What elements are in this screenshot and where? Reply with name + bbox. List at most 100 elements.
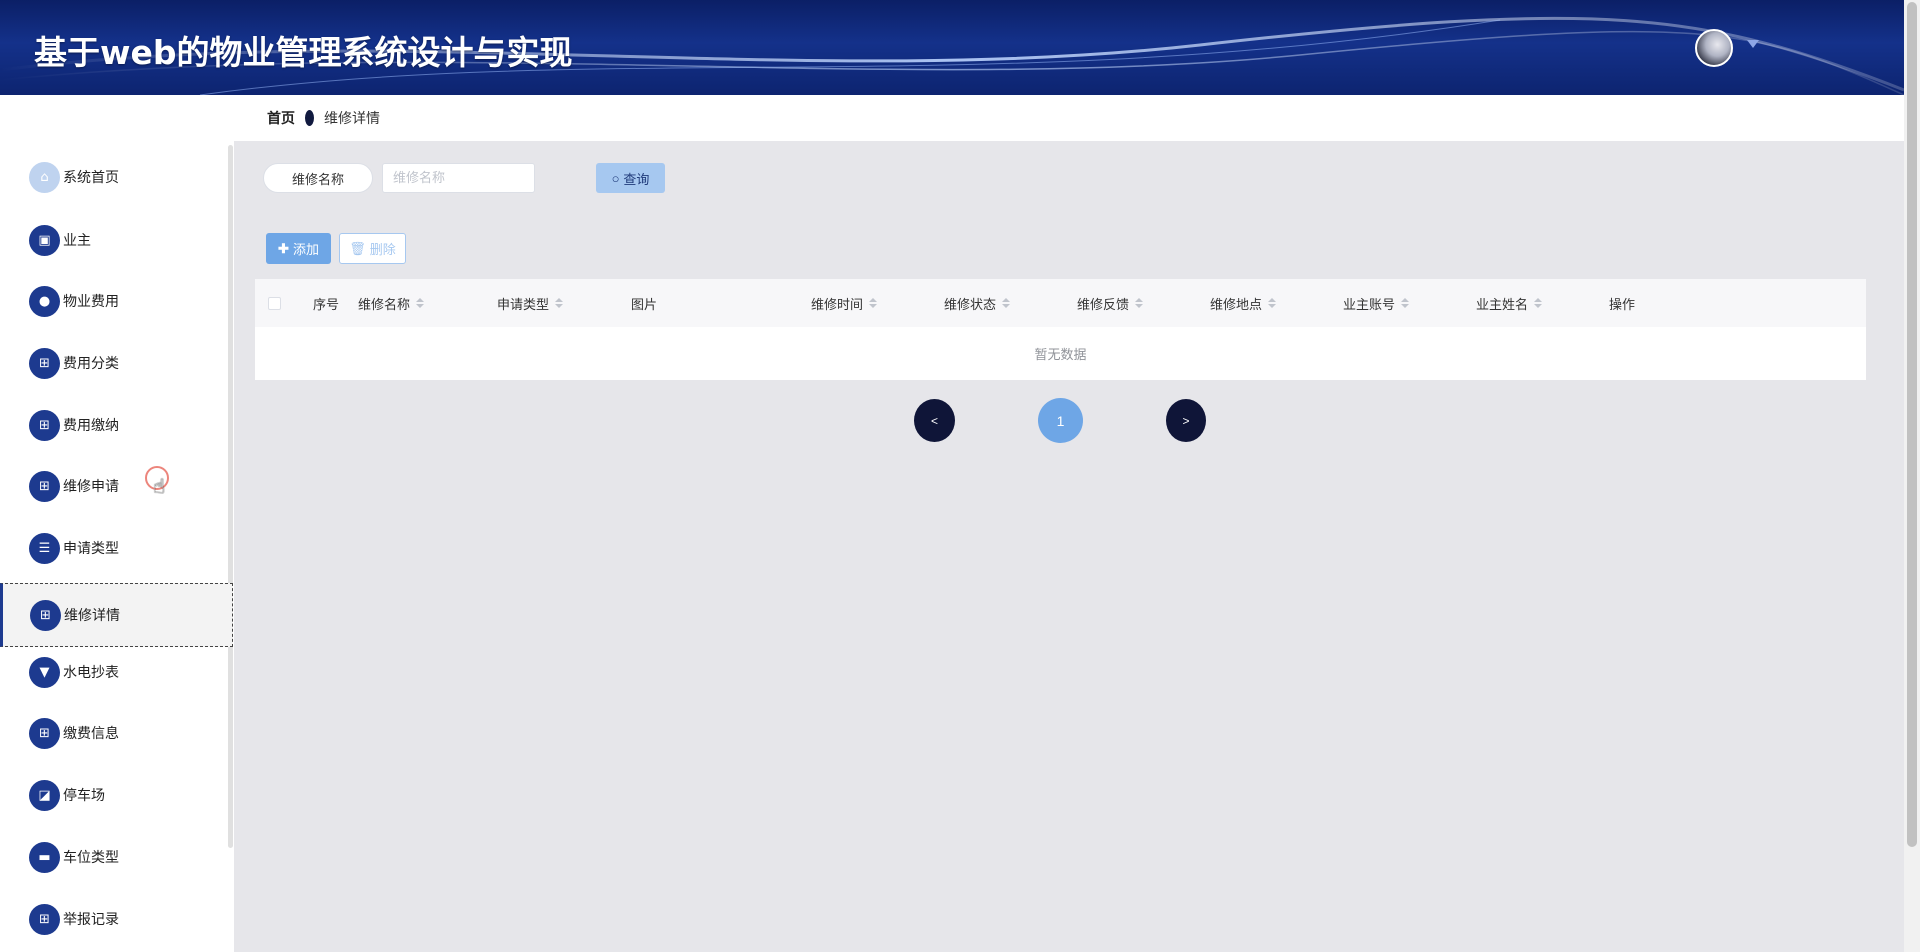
message-icon: ▬ [29,841,60,873]
sidebar-item-label: 系统首页 [63,170,119,186]
breadcrumb-separator-icon [305,110,314,126]
add-button-label: 添加 [292,242,319,257]
column-header-label: 维修地点 [1210,297,1263,313]
table-empty-row: 暂无数据 [255,327,1866,380]
list-icon: ☰ [29,532,60,564]
sidebar-item-label: 车位类型 [63,850,119,866]
column-header-label: 申请类型 [497,297,550,313]
sidebar-item-0[interactable]: ⌂ 系统首页 [0,146,233,208]
search-input[interactable] [382,163,535,193]
column-header-8[interactable]: 业主账号 [1343,279,1410,327]
app-title: 基于web的物业管理系统设计与实现 [34,33,573,72]
sort-icon[interactable] [1135,298,1144,308]
sidebar-item-5[interactable]: ⊞ 维修申请 [0,455,233,517]
select-all-checkbox[interactable] [268,279,281,327]
column-header-label: 序号 [313,297,340,313]
column-header-label: 维修时间 [811,297,864,313]
grid-icon: ⊞ [29,903,60,935]
query-button[interactable]: ○ 查询 [596,163,665,193]
grid-icon: ⊞ [29,409,60,441]
search-icon: ○ [611,170,620,186]
sidebar-item-label: 维修详情 [64,608,120,624]
sort-icon[interactable] [416,298,425,308]
sidebar-item-11[interactable]: ▬ 车位类型 [0,826,233,888]
column-header-1[interactable]: 维修名称 [358,279,425,327]
query-button-label: 查询 [623,171,650,187]
grid-icon: ⊞ [29,717,60,749]
column-header-label: 操作 [1609,297,1636,313]
breadcrumb: 首页 维修详情 [267,108,380,128]
sort-icon[interactable] [555,298,564,308]
sidebar-item-1[interactable]: ▣ 业主 [0,209,233,271]
prev-page-button[interactable]: < [914,399,955,442]
sidebar-item-8[interactable]: ▼ 水电抄表 [0,641,233,703]
sidebar-item-label: 举报记录 [63,912,119,928]
delete-button[interactable]: 🗑 删除 [339,233,406,264]
column-header-label: 业主账号 [1343,297,1396,313]
grid-icon: ⊞ [29,347,60,379]
chart-icon: ◪ [29,779,60,811]
column-header-label: 维修反馈 [1077,297,1130,313]
column-header-label: 维修状态 [944,297,997,313]
sidebar-item-label: 费用缴纳 [63,418,119,434]
column-header-10: 操作 [1609,279,1635,327]
sidebar-item-label: 物业费用 [63,294,119,310]
sidebar-item-label: 停车场 [63,788,105,804]
home-icon: ⌂ [29,161,60,193]
plus-icon: ✚ [278,240,289,256]
sort-icon[interactable] [1401,298,1410,308]
sidebar-item-2[interactable]: ● 物业费用 [0,270,233,332]
sidebar-item-label: 业主 [63,233,91,249]
sidebar-item-label: 缴费信息 [63,726,119,742]
breadcrumb-bar: 首页 维修详情 [0,95,1904,141]
brush-icon: ▼ [29,656,60,688]
sort-icon[interactable] [1002,298,1011,308]
grid-icon: ⊞ [30,599,61,631]
column-header-label: 业主姓名 [1476,297,1529,313]
delete-button-label: 删除 [369,242,396,257]
sidebar-item-label: 维修申请 [63,479,119,495]
sidebar-item-label: 水电抄表 [63,665,119,681]
sidebar-item-9[interactable]: ⊞ 缴费信息 [0,702,233,764]
sidebar-item-7[interactable]: ⊞ 维修详情 [0,583,233,647]
empty-text: 暂无数据 [1034,348,1087,363]
sidebar-item-12[interactable]: ⊞ 举报记录 [0,888,233,950]
sidebar-item-4[interactable]: ⊞ 费用缴纳 [0,394,233,456]
app-header: 基于web的物业管理系统设计与实现 [0,0,1904,95]
sort-icon[interactable] [1268,298,1277,308]
briefcase-icon: ▣ [29,224,60,256]
column-header-2[interactable]: 申请类型 [497,279,564,327]
trash-icon: 🗑 [349,240,366,256]
table-header: 序号 维修名称 申请类型 图片 维修时间 维修状态 维修反馈 维修地点 业主账号 业主姓名 操作 [255,279,1866,327]
add-button[interactable]: ✚ 添加 [266,233,331,264]
column-header-5[interactable]: 维修状态 [944,279,1011,327]
sidebar-item-label: 申请类型 [63,541,119,557]
user-avatar[interactable] [1695,29,1733,67]
column-header-9[interactable]: 业主姓名 [1476,279,1543,327]
breadcrumb-home[interactable]: 首页 [267,108,295,128]
repair-table: 序号 维修名称 申请类型 图片 维修时间 维修状态 维修反馈 维修地点 业主账号 业主姓名 操作 暂… [255,279,1866,380]
sidebar-item-label: 费用分类 [63,356,119,372]
caret-down-icon[interactable] [1747,40,1759,48]
column-header-4[interactable]: 维修时间 [811,279,878,327]
next-page-button[interactable]: > [1166,399,1206,442]
sort-icon[interactable] [869,298,878,308]
current-page-button[interactable]: 1 [1038,398,1083,443]
column-header-label: 图片 [631,297,658,313]
sidebar-item-6[interactable]: ☰ 申请类型 [0,517,233,579]
column-header-label: 维修名称 [358,297,411,313]
hand-cursor-icon: ☝ [153,474,166,498]
sort-icon[interactable] [1534,298,1543,308]
column-header-0: 序号 [313,279,339,327]
column-header-6[interactable]: 维修反馈 [1077,279,1144,327]
sidebar: ⌂ 系统首页 ▣ 业主 ● 物业费用 ⊞ 费用分类 ⊞ 费用缴纳 ⊞ 维修申请 ☰ 申请类型 ⊞ 维修详情 ▼ 水… [0,141,234,952]
breadcrumb-current: 维修详情 [324,111,380,127]
grid-icon: ⊞ [29,470,60,502]
column-header-7[interactable]: 维修地点 [1210,279,1277,327]
location-pin-icon: ● [29,285,60,317]
sidebar-item-10[interactable]: ◪ 停车场 [0,764,233,826]
column-header-3: 图片 [631,279,657,327]
page-scrollbar-thumb[interactable] [1907,2,1917,847]
page-scrollbar[interactable] [1904,0,1920,952]
sidebar-item-3[interactable]: ⊞ 费用分类 [0,332,233,394]
